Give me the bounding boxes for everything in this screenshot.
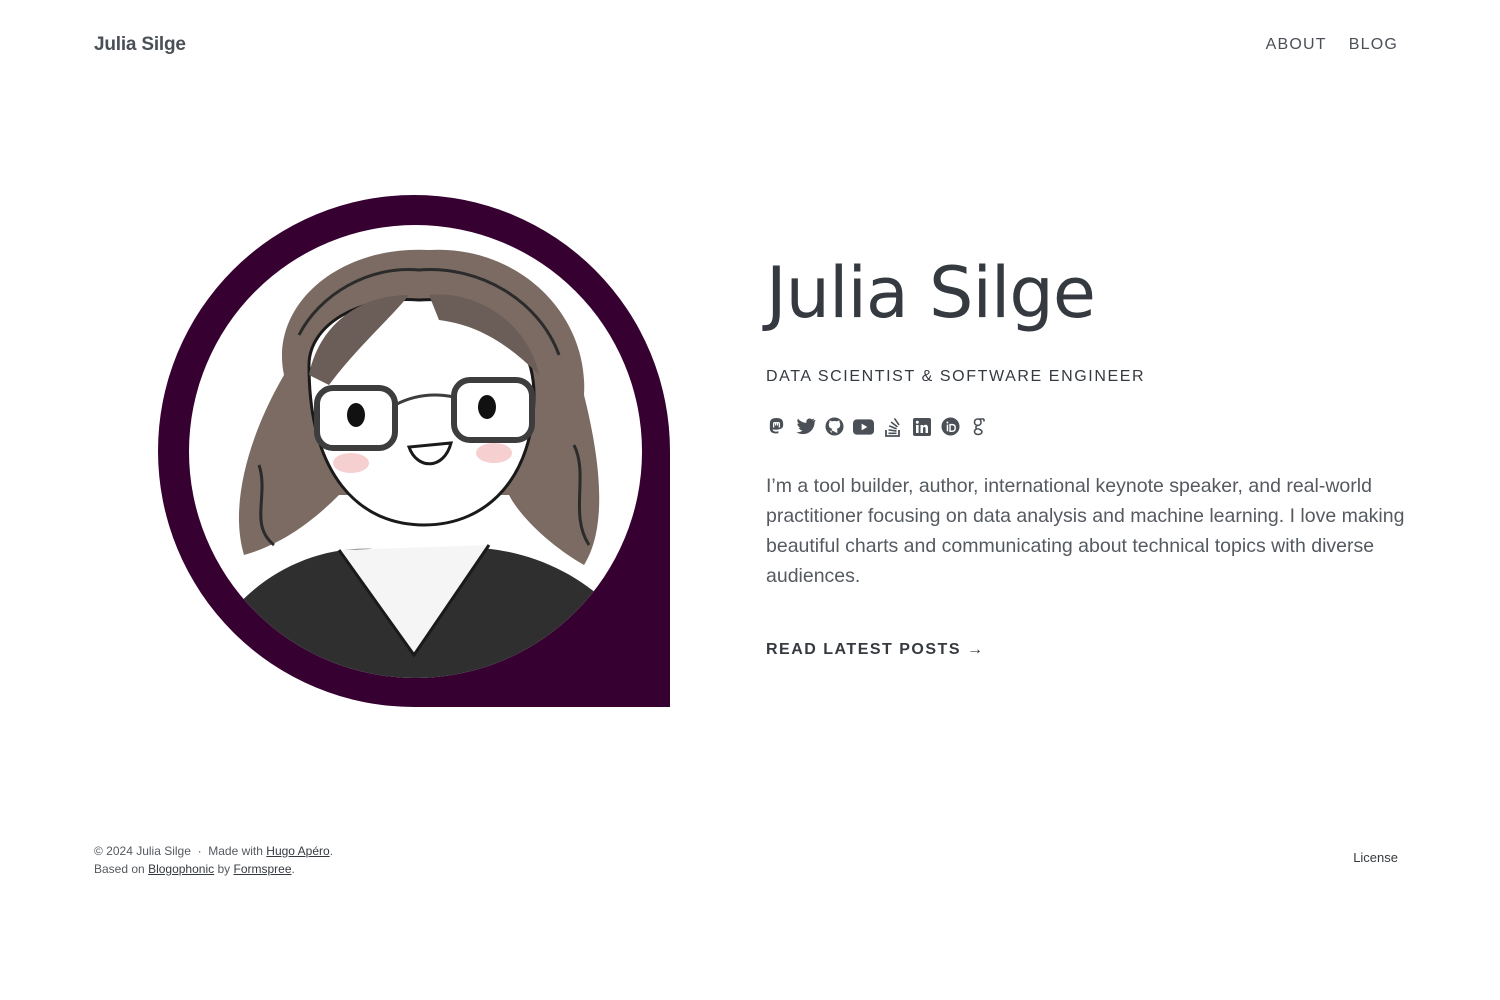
site-title[interactable]: Julia Silge	[94, 34, 186, 56]
twitter-icon[interactable]	[795, 416, 816, 437]
social-links	[766, 416, 1406, 437]
google-scholar-icon[interactable]	[969, 416, 990, 437]
hero-subtitle: DATA SCIENTIST & SOFTWARE ENGINEER	[766, 368, 1146, 385]
orcid-icon[interactable]	[940, 416, 961, 437]
formspree-link[interactable]: Formspree	[234, 862, 292, 876]
read-latest-posts-link[interactable]: READ LATEST POSTS →	[766, 641, 984, 659]
footer-separator: ·	[197, 844, 202, 858]
main-nav: ABOUT BLOG	[1266, 36, 1398, 54]
footer-line-1: © 2024 Julia Silge · Made with Hugo Apér…	[94, 842, 1398, 860]
nav-item-about[interactable]: ABOUT	[1266, 36, 1327, 54]
nav-item-blog[interactable]: BLOG	[1349, 36, 1398, 54]
page-title: Julia Silge	[766, 252, 1096, 334]
blogophonic-link[interactable]: Blogophonic	[148, 862, 214, 876]
avatar	[158, 195, 670, 707]
avatar-portrait	[189, 225, 642, 678]
copyright-text: © 2024 Julia Silge	[94, 844, 191, 858]
footer-period: .	[291, 862, 295, 876]
portrait-illustration	[189, 249, 642, 678]
hero-section: Julia Silge DATA SCIENTIST & SOFTWARE EN…	[766, 255, 1406, 659]
made-with-text: Made with	[208, 844, 263, 858]
hugo-apero-link[interactable]: Hugo Apéro	[266, 844, 329, 858]
footer-credits: © 2024 Julia Silge · Made with Hugo Apér…	[94, 842, 1398, 878]
bio-text: I’m a tool builder, author, internationa…	[766, 475, 1405, 587]
by-text: by	[217, 862, 231, 876]
mastodon-icon[interactable]	[766, 416, 787, 437]
linkedin-icon[interactable]	[911, 416, 932, 437]
footer-period: .	[329, 844, 334, 858]
license-link[interactable]: License	[1353, 850, 1398, 865]
site-header: Julia Silge ABOUT BLOG	[94, 30, 1398, 60]
based-on-text: Based on	[94, 862, 145, 876]
github-icon[interactable]	[824, 416, 845, 437]
site-footer: © 2024 Julia Silge · Made with Hugo Apér…	[94, 842, 1398, 878]
youtube-icon[interactable]	[853, 416, 874, 437]
footer-line-2: Based on Blogophonic by Formspree.	[94, 860, 1398, 878]
stackoverflow-icon[interactable]	[882, 416, 903, 437]
